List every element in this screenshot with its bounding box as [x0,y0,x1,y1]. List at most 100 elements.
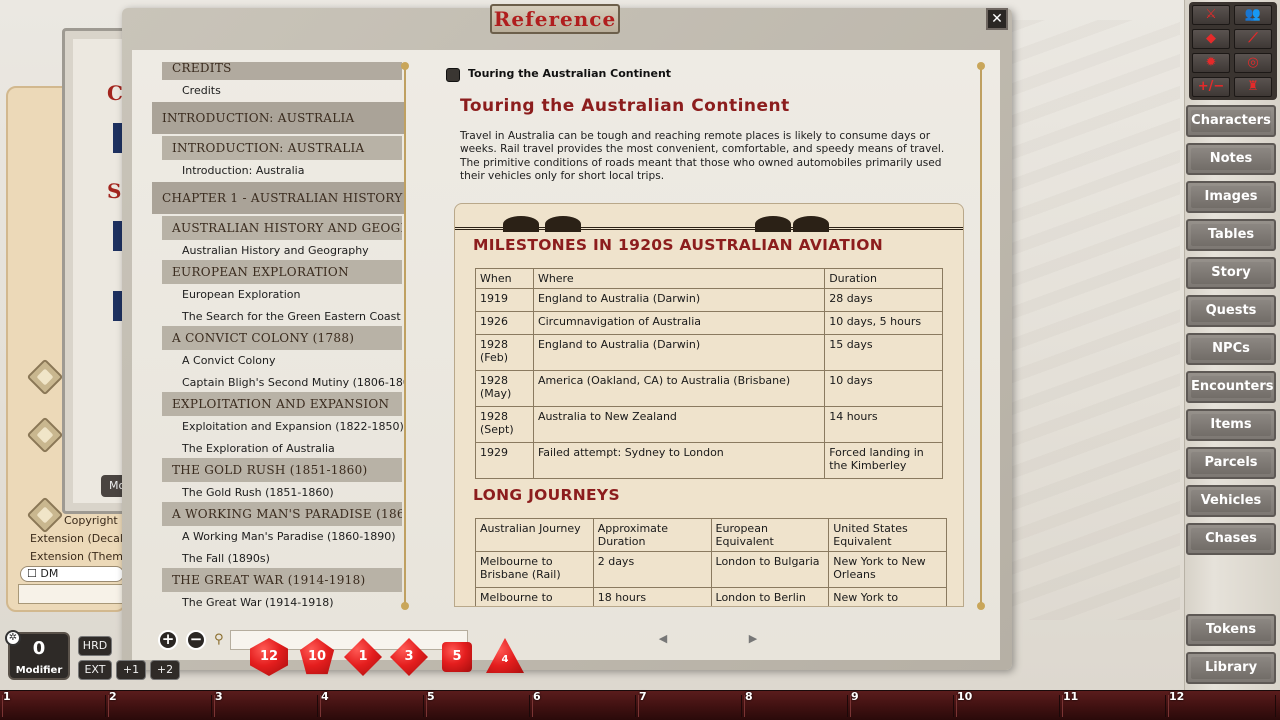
ornament-icon [545,216,581,232]
next-page-icon[interactable]: ▶ [744,630,762,648]
lighting-icon[interactable]: ✹ [1192,53,1230,73]
toc-item[interactable]: A Convict Colony [182,354,276,367]
plus-two-button[interactable]: +2 [150,660,180,680]
plus-one-button[interactable]: +1 [116,660,146,680]
extreme-button[interactable]: EXT [78,660,112,680]
hotkey-slot[interactable] [426,695,530,717]
content-scrollbar[interactable] [977,62,986,610]
toc-header[interactable]: INTRODUCTION: AUSTRALIA [162,136,402,160]
search-icon: ⚲ [214,632,224,647]
sidebar-item-tokens[interactable]: Tokens [1186,614,1276,646]
toc-item[interactable]: Exploitation and Expansion (1822-1850) [182,420,404,433]
sidebar-item-vehicles[interactable]: Vehicles [1186,485,1276,517]
hotkey-number: 10 [957,690,973,703]
sidebar-item-label: Tokens [1191,619,1271,641]
modifier-label: Modifier [15,665,63,676]
window-title[interactable]: Reference [490,4,620,34]
sidebar-item-label: Chases [1191,528,1271,550]
toc-header[interactable]: CHAPTER 1 - AUSTRALIAN HISTORY [152,182,404,214]
prev-page-icon[interactable]: ◀ [654,630,672,648]
hotkey-slot[interactable] [108,695,212,717]
table-cell: Australia to New Zealand [532,406,826,443]
table-cell: London to Bulgaria [710,551,830,588]
toc-item[interactable]: The Search for the Green Eastern Coast [182,310,401,323]
hotkey-slot[interactable] [532,695,636,717]
effects-icon[interactable]: ⟋ [1234,29,1272,49]
party-sheet-icon[interactable]: 👥 [1234,5,1272,25]
toc-header[interactable]: A CONVICT COLONY (1788) [162,326,402,350]
toc-header[interactable]: A WORKING MAN'S PARADISE (1860-1890) [162,502,402,526]
sidebar-item-label: Parcels [1191,452,1271,474]
sidebar-item-parcels[interactable]: Parcels [1186,447,1276,479]
sidebar-item-npcs[interactable]: NPCs [1186,333,1276,365]
hard-button[interactable]: HRD [78,636,112,656]
modifiers-icon[interactable]: +/− [1192,77,1230,97]
sidebar-item-story[interactable]: Story [1186,257,1276,289]
toc-header[interactable]: EUROPEAN EXPLORATION [162,260,402,284]
add-button[interactable]: + [158,630,178,650]
toc-scrollbar[interactable] [401,62,414,610]
toc-header[interactable]: THE GREAT WAR (1914-1918) [162,568,402,592]
table-cell: England to Australia (Darwin) [532,334,826,371]
toc-item[interactable]: Captain Bligh's Second Mutiny (1806-1808… [182,376,404,389]
chat-mode-label: DM [40,567,59,580]
link-icon[interactable] [446,68,460,82]
toc-header[interactable]: CREDITS [162,62,402,80]
sidebar-item-quests[interactable]: Quests [1186,295,1276,327]
toc-item[interactable]: Australian History and Geography [182,244,369,257]
sidebar-item-label: Notes [1191,148,1271,170]
chat-line: Extension (Decal: [30,532,127,545]
table-cell: 1928 (May) [475,370,534,407]
options-icon[interactable]: ◎ [1234,53,1272,73]
hotkey-slot[interactable] [214,695,318,717]
chat-line: Copyright [64,514,118,527]
gear-icon[interactable]: ✲ [5,630,21,646]
sidebar-item-chases[interactable]: Chases [1186,523,1276,555]
toc-item[interactable]: The Gold Rush (1851-1860) [182,486,334,499]
sidebar-item-items[interactable]: Items [1186,409,1276,441]
toc-header[interactable]: INTRODUCTION: AUSTRALIA [152,102,404,134]
table-row: 1928 (Sept) Australia to New Zealand 14 … [475,406,943,443]
toc-item[interactable]: European Exploration [182,288,300,301]
table-cell: 14 hours [824,406,943,443]
sidebar-item-notes[interactable]: Notes [1186,143,1276,175]
toc-item[interactable]: Credits [182,84,221,97]
table-cell: England to Australia (Darwin) [532,288,826,312]
chat-mode-selector[interactable]: ☐ DM [20,566,124,582]
toc-item[interactable]: The Fall (1890s) [182,552,270,565]
hotkey-slot[interactable] [744,695,848,717]
remove-button[interactable]: − [186,630,206,650]
hotkey-slot[interactable] [320,695,424,717]
hotkey-slot[interactable] [850,695,954,717]
toc-item[interactable]: Introduction: Australia [182,164,304,177]
close-button[interactable]: ✕ [986,8,1008,30]
assets-icon[interactable]: ♜ [1234,77,1272,97]
table-cell: 28 days [824,288,943,312]
toc-header[interactable]: THE GOLD RUSH (1851-1860) [162,458,402,482]
toc-header[interactable]: AUSTRALIAN HISTORY AND GEOGRAPHY [162,216,402,240]
hotkey-slot[interactable] [2,695,106,717]
toc-item[interactable]: A Working Man's Paradise (1860-1890) [182,530,396,543]
combat-tracker-icon[interactable]: ⚔ [1192,5,1230,25]
sidebar-item-images[interactable]: Images [1186,181,1276,213]
sidebar-box: MILESTONES IN 1920S AUSTRALIAN AVIATION … [454,203,964,607]
hotkey-number: 1 [3,690,11,703]
table-header: Duration [824,268,943,289]
chat-entry-field[interactable] [18,584,124,604]
sidebar-item-characters[interactable]: Characters [1186,105,1276,137]
d6-die-icon[interactable]: 5 [442,642,472,672]
sidebar-item-encounters[interactable]: Encounters [1186,371,1276,403]
hotkey-number: 12 [1169,690,1185,703]
toc-header[interactable]: EXPLOITATION AND EXPANSION [162,392,402,416]
table-header-row: When Where Duration [475,268,943,289]
sidebar-item-library[interactable]: Library [1186,652,1276,684]
calendar-icon[interactable]: ◆ [1192,29,1230,49]
toc-item[interactable]: The Exploration of Australia [182,442,335,455]
hotkey-number: 2 [109,690,117,703]
background-window-body [73,39,129,503]
hotkey-slot[interactable] [638,695,742,717]
toc-item[interactable]: The Great War (1914-1918) [182,596,334,609]
sidebar-item-tables[interactable]: Tables [1186,219,1276,251]
section-title: Touring the Australian Continent [460,96,790,116]
table-cell: New York to New Orleans [828,551,947,588]
